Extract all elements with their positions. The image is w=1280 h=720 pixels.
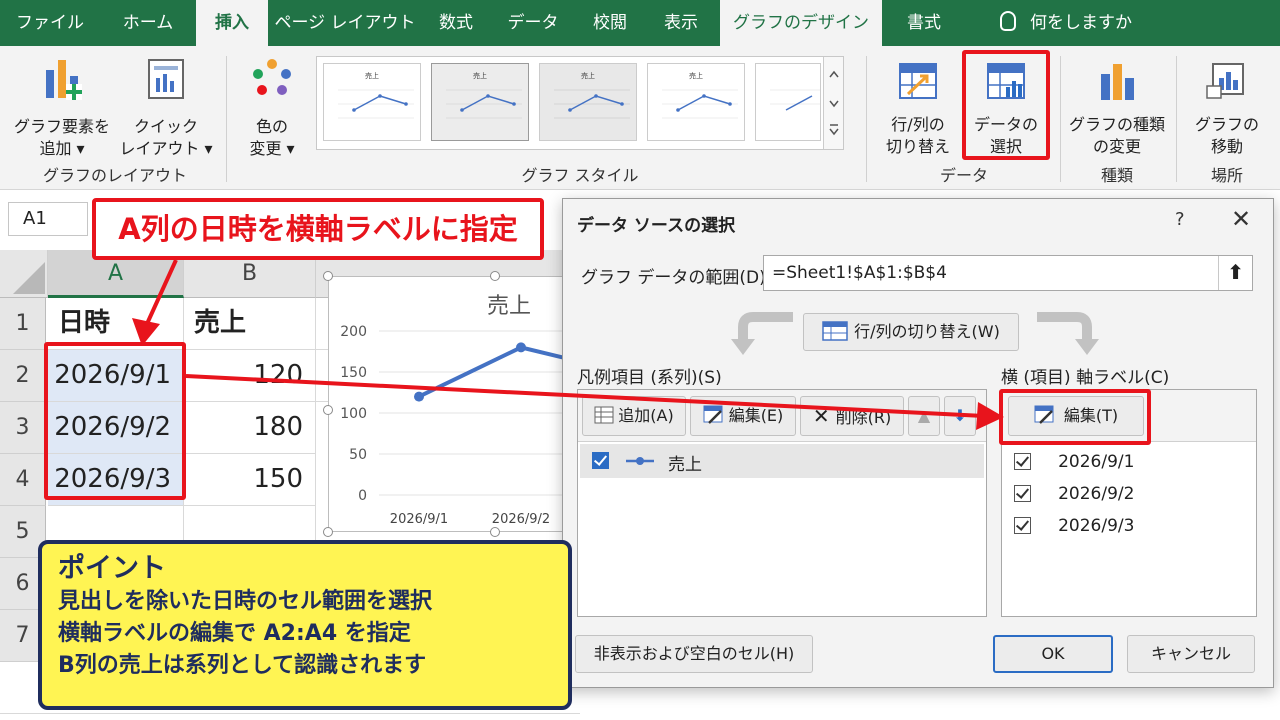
excel-window: ファイル ホーム 挿入 ページ レイアウト 数式 データ 校閲 表示 グラフのデ…	[0, 0, 1280, 720]
annotation-arrows	[132, 259, 1004, 430]
arrow-range-to-axis-edit	[185, 374, 1004, 430]
arrow-callout-to-range	[132, 259, 178, 346]
